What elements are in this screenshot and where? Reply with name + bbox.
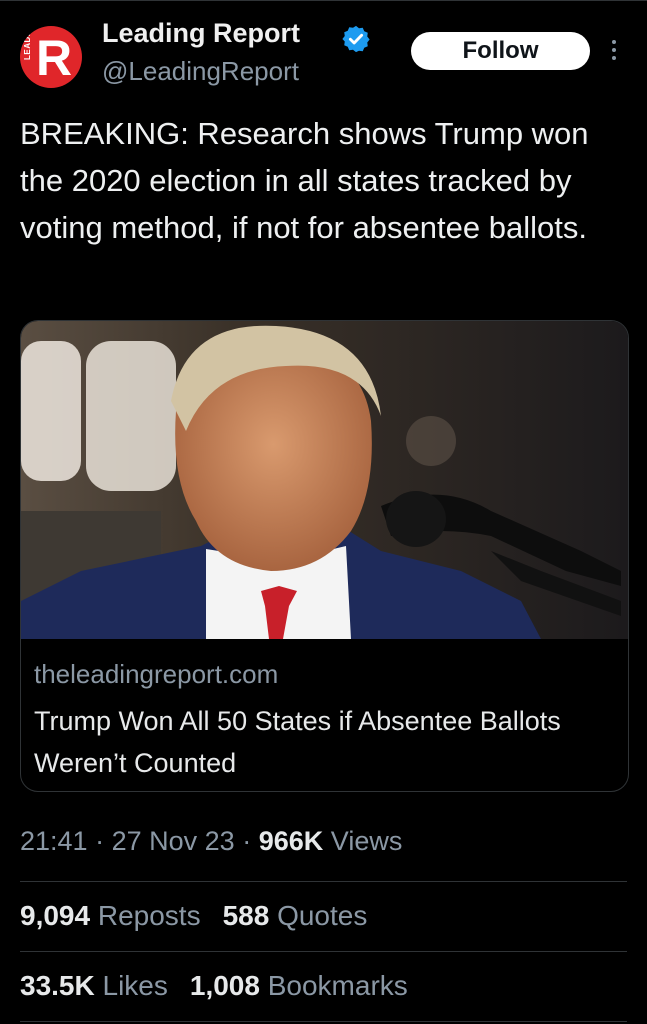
avatar[interactable]: LEADING R <box>20 26 82 88</box>
link-card[interactable]: theleadingreport.com Trump Won All 50 St… <box>20 320 629 792</box>
more-options-icon[interactable] <box>608 40 620 64</box>
author-name[interactable]: Leading Report <box>102 18 300 49</box>
likes-label: Likes <box>102 970 168 1001</box>
avatar-text: LEADING <box>23 26 32 60</box>
quotes-count: 588 <box>222 900 270 931</box>
top-divider <box>0 0 647 1</box>
card-image <box>21 321 628 639</box>
card-title: Trump Won All 50 States if Absentee Ball… <box>34 706 561 778</box>
verified-badge-icon <box>342 25 370 53</box>
tweet-time[interactable]: 21:41 <box>20 826 88 856</box>
repost-stats: 9,094 Reposts 588 Quotes <box>20 900 367 932</box>
views-label: Views <box>330 826 403 856</box>
like-stats: 33.5K Likes 1,008 Bookmarks <box>20 970 408 1002</box>
divider <box>20 951 627 952</box>
views-count: 966K <box>258 826 324 856</box>
reposts-label: Reposts <box>97 900 201 931</box>
bookmarks-count: 1,008 <box>189 970 260 1001</box>
avatar-letter: R <box>36 30 73 86</box>
author-handle[interactable]: @LeadingReport <box>102 56 299 87</box>
divider <box>20 881 627 882</box>
bookmarks-link[interactable]: 1,008 Bookmarks <box>190 970 408 1001</box>
reposts-link[interactable]: 9,094 Reposts <box>20 900 201 931</box>
tweet-text: BREAKING: Research shows Trump won the 2… <box>20 116 589 245</box>
tweet-date[interactable]: 27 Nov 23 <box>112 826 235 856</box>
bookmarks-label: Bookmarks <box>267 970 408 1001</box>
tweet-meta: 21:41 · 27 Nov 23 · 966K Views <box>20 826 402 857</box>
quotes-label: Quotes <box>277 900 368 931</box>
meta-separator: · <box>242 826 252 856</box>
quotes-link[interactable]: 588 Quotes <box>223 900 368 931</box>
divider <box>20 1021 627 1022</box>
card-domain: theleadingreport.com <box>34 659 279 689</box>
follow-button[interactable]: Follow <box>411 32 590 70</box>
meta-separator: · <box>95 826 105 856</box>
reposts-count: 9,094 <box>20 900 91 931</box>
likes-link[interactable]: 33.5K Likes <box>20 970 168 1001</box>
likes-count: 33.5K <box>20 970 95 1001</box>
